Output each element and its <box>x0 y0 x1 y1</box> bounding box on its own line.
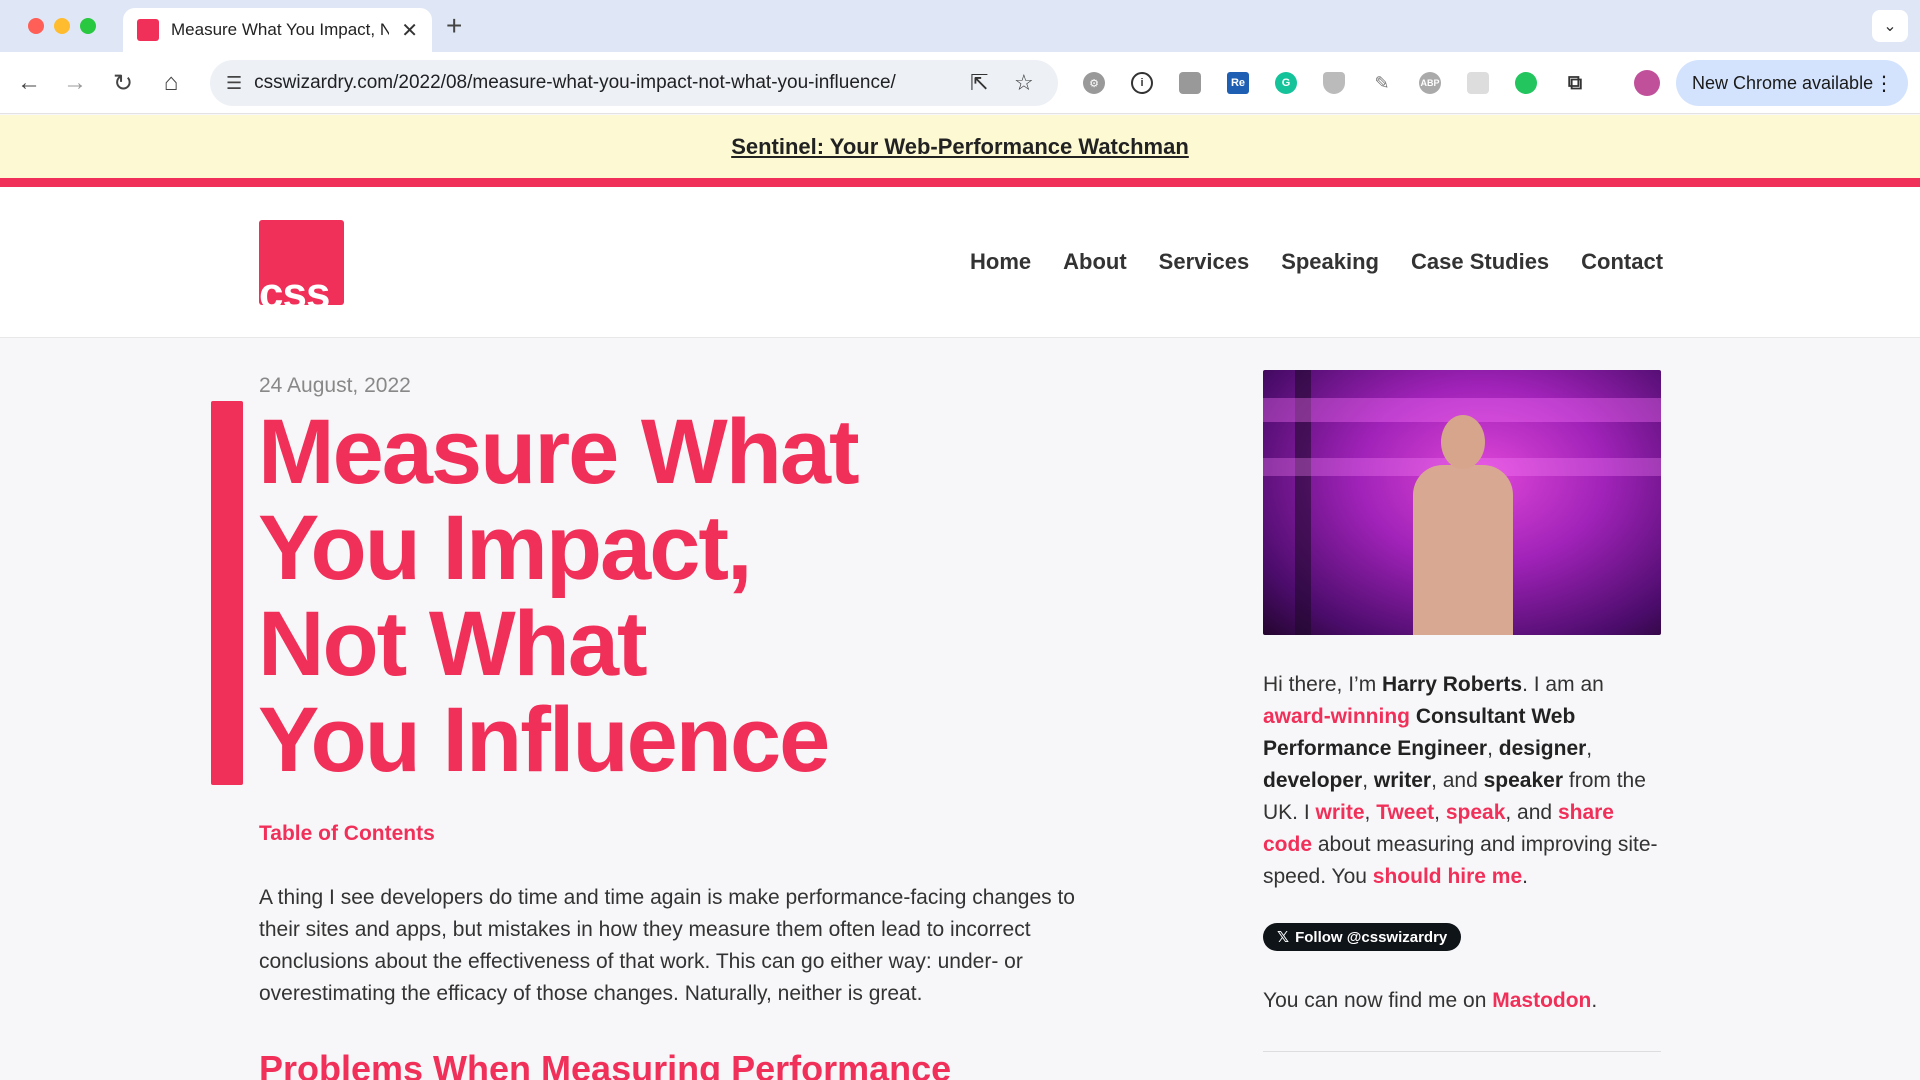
post-date: 24 August, 2022 <box>259 374 411 397</box>
avatar[interactable] <box>1634 70 1660 96</box>
tab-search-chevron-icon[interactable]: ⌄ <box>1872 10 1908 42</box>
tab-title: Measure What You Impact, Not What You In… <box>171 20 389 39</box>
camera-icon[interactable] <box>1179 72 1201 94</box>
browser-toolbar: ← → ↻ ⌂ ☰ csswizardry.com/2022/08/measur… <box>0 52 1920 114</box>
title-line: You Impact, <box>258 497 753 599</box>
new-tab-button[interactable]: + <box>446 10 462 42</box>
pin-icon[interactable]: ✎ <box>1371 72 1393 94</box>
re-icon[interactable]: Re <box>1227 72 1249 94</box>
author-sidebar: Hi there, I’m Harry Roberts. I am an awa… <box>1263 370 1661 1052</box>
info-icon[interactable]: i <box>1131 72 1153 94</box>
table-of-contents-link[interactable]: Table of Contents <box>259 822 435 846</box>
sentinel-link[interactable]: Sentinel: Your Web-Performance Watchman <box>731 134 1189 160</box>
award-link[interactable]: award-winning <box>1263 705 1410 728</box>
page-title: Measure What You Impact, Not What You In… <box>258 404 998 788</box>
nav-about[interactable]: About <box>1063 249 1127 275</box>
author-photo <box>1263 370 1661 635</box>
site-logo[interactable]: css <box>259 220 344 305</box>
title-line: You Influence <box>258 689 830 791</box>
speak-link[interactable]: speak <box>1446 801 1506 824</box>
abp-icon[interactable]: ABP <box>1419 72 1441 94</box>
mastodon-link[interactable]: Mastodon <box>1492 989 1591 1012</box>
nav-services[interactable]: Services <box>1159 249 1250 275</box>
maximize-window-button[interactable] <box>80 18 96 34</box>
green-dot-icon[interactable] <box>1515 72 1537 94</box>
close-window-button[interactable] <box>28 18 44 34</box>
nav-speaking[interactable]: Speaking <box>1281 249 1379 275</box>
accent-divider <box>0 178 1920 187</box>
promo-banner: Sentinel: Your Web-Performance Watchman <box>0 115 1920 178</box>
divider <box>1263 1051 1661 1052</box>
x-logo-icon: 𝕏 <box>1277 929 1290 946</box>
main-content: 24 August, 2022 Measure What You Impact,… <box>0 338 1920 1080</box>
logo-text: css <box>259 269 330 305</box>
site-header: css Home About Services Speaking Case St… <box>0 187 1920 338</box>
title-line: Measure What <box>258 401 860 503</box>
home-icon[interactable]: ⌂ <box>154 66 188 100</box>
bookmark-star-icon[interactable]: ☆ <box>1014 70 1034 96</box>
nav-contact[interactable]: Contact <box>1581 249 1663 275</box>
extensions-icon[interactable]: ⧉ <box>1564 72 1586 94</box>
follow-button[interactable]: 𝕏 Follow @csswizardry <box>1263 923 1462 951</box>
mastodon-note: You can now find me on Mastodon. <box>1263 989 1598 1012</box>
hire-me-link[interactable]: should hire me <box>1373 865 1522 888</box>
title-accent-bar <box>211 401 243 785</box>
favicon-icon <box>137 19 159 41</box>
browser-tab-bar: Measure What You Impact, Not What You In… <box>0 0 1920 52</box>
site-settings-icon[interactable]: ☰ <box>226 73 242 94</box>
open-external-icon[interactable]: ⇱ <box>970 70 988 96</box>
address-bar[interactable]: ☰ csswizardry.com/2022/08/measure-what-y… <box>210 60 1058 106</box>
intro-paragraph: A thing I see developers do time and tim… <box>259 886 1075 1005</box>
author-bio: Hi there, I’m Harry Roberts. I am an awa… <box>1263 673 1658 888</box>
url-text: csswizardry.com/2022/08/measure-what-you… <box>254 72 896 93</box>
close-tab-icon[interactable]: ✕ <box>401 18 418 43</box>
shield-icon[interactable] <box>1323 72 1345 94</box>
update-label: New Chrome available <box>1692 72 1874 93</box>
back-arrow-icon[interactable]: ← <box>12 66 46 100</box>
follow-label: Follow @csswizardry <box>1295 928 1448 946</box>
update-chrome-button[interactable]: New Chrome available ⋮ <box>1676 60 1908 106</box>
nav-case-studies[interactable]: Case Studies <box>1411 249 1549 275</box>
reload-icon[interactable]: ↻ <box>106 66 140 100</box>
grammarly-icon[interactable]: G <box>1275 72 1297 94</box>
puzzle-grid-icon[interactable] <box>1467 72 1489 94</box>
nav-home[interactable]: Home <box>970 249 1031 275</box>
active-tab[interactable]: Measure What You Impact, Not What You In… <box>123 8 432 52</box>
minimize-window-button[interactable] <box>54 18 70 34</box>
forward-arrow-icon[interactable]: → <box>58 66 92 100</box>
more-menu-icon[interactable]: ⋮ <box>1874 71 1894 96</box>
main-nav: Home About Services Speaking Case Studie… <box>970 249 1663 275</box>
write-link[interactable]: write <box>1316 801 1365 824</box>
author-name: Harry Roberts <box>1382 673 1523 696</box>
gear-icon[interactable]: ⚙ <box>1083 72 1105 94</box>
title-line: Not What <box>258 593 648 695</box>
section-heading: Problems When Measuring Performance <box>259 1048 952 1080</box>
tweet-link[interactable]: Tweet <box>1376 801 1434 824</box>
